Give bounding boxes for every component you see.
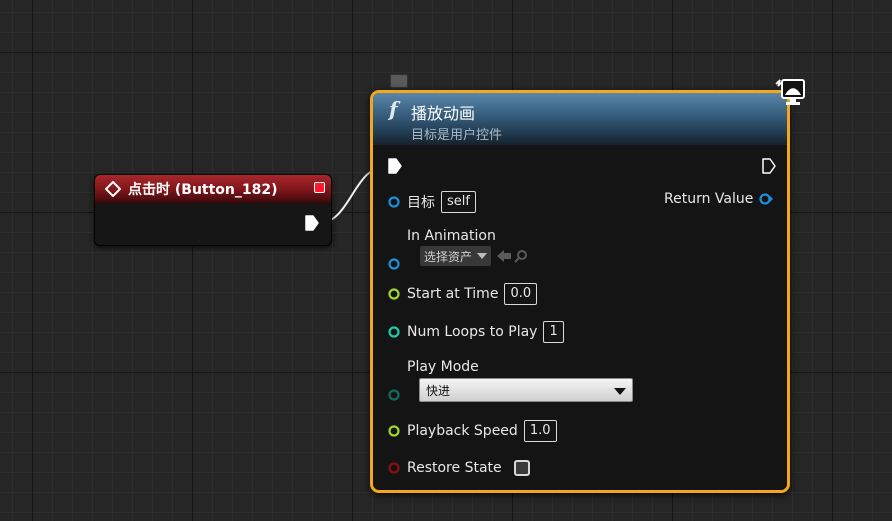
play-mode-pin-icon[interactable] [388,389,400,401]
playback-speed-label: Playback Speed [407,423,518,439]
return-value-label: Return Value [664,191,754,207]
comment-bubble-icon[interactable] [390,74,408,88]
num-loops-label: Num Loops to Play [407,324,538,340]
asset-picker[interactable]: 选择资产 [420,246,528,266]
return-value-pin-row[interactable]: Return Value [664,191,774,207]
playback-speed-pin-icon[interactable] [388,425,400,437]
num-loops-pin-row[interactable]: Num Loops to Play 1 [388,321,564,343]
start-at-time-value[interactable]: 0.0 [504,283,538,305]
exec-output-pin-then[interactable] [762,158,776,174]
play-mode-label: Play Mode [407,359,479,375]
target-value[interactable]: self [441,191,476,213]
event-node-title: 点击时 (Button_182) [128,182,278,198]
event-node-header[interactable]: 点击时 (Button_182) [95,175,331,203]
target-pin-icon[interactable] [388,196,400,208]
restore-state-pin-row[interactable]: Restore State [388,460,502,476]
asset-picker-text: 选择资产 [424,249,473,264]
num-loops-pin-icon[interactable] [388,326,400,338]
playback-speed-pin-row[interactable]: Playback Speed 1.0 [388,420,557,442]
in-animation-pin-icon[interactable] [388,258,400,270]
exec-input-pin[interactable] [388,158,402,174]
play-mode-value: 快进 [426,383,451,398]
event-diamond-icon [105,181,121,197]
playback-speed-value[interactable]: 1.0 [523,420,557,442]
start-at-time-pin-icon[interactable] [388,288,400,300]
function-icon: f [389,97,398,121]
target-label: 目标 [407,195,435,211]
monitor-icon [775,79,805,105]
in-animation-label: In Animation [407,228,496,244]
start-at-time-pin-row[interactable]: Start at Time 0.0 [388,283,538,305]
function-node-title: 播放动画 [411,104,476,123]
restore-state-label: Restore State [407,460,502,476]
play-mode-dropdown[interactable]: 快进 [419,378,633,402]
return-value-pin-icon[interactable] [759,193,774,205]
function-node-header[interactable]: f 播放动画 目标是用户控件 [373,93,787,145]
use-selected-arrow-icon[interactable] [497,250,512,262]
chevron-down-icon [477,253,488,259]
event-node[interactable]: 点击时 (Button_182) [94,174,332,246]
num-loops-value[interactable]: 1 [543,321,564,343]
start-at-time-label: Start at Time [407,286,499,302]
restore-state-checkbox[interactable] [514,460,530,476]
delegate-pin[interactable] [314,182,325,193]
restore-state-pin-icon[interactable] [388,462,400,474]
asset-picker-combo[interactable]: 选择资产 [420,246,492,266]
exec-output-pin[interactable] [305,215,319,231]
search-icon[interactable] [514,249,528,263]
target-pin-row[interactable]: 目标 self [388,191,476,213]
chevron-down-icon [614,388,626,395]
function-node-subtitle: 目标是用户控件 [411,128,503,143]
